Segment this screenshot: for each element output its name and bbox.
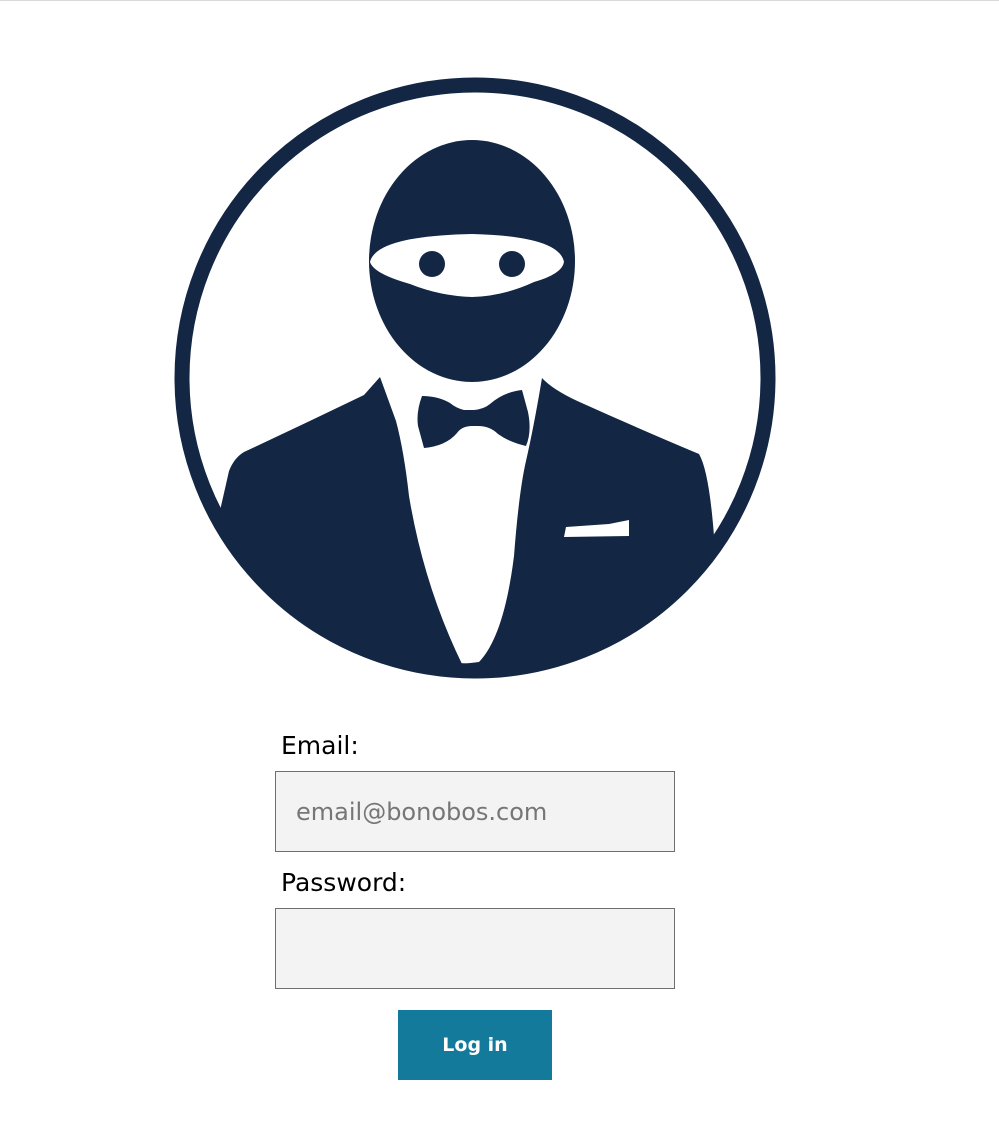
email-input[interactable] xyxy=(275,771,675,852)
login-button[interactable]: Log in xyxy=(398,1010,552,1080)
ninja-logo-icon xyxy=(174,76,776,680)
password-input[interactable] xyxy=(275,908,675,989)
top-divider xyxy=(0,0,999,1)
password-label: Password: xyxy=(281,868,407,897)
email-label: Email: xyxy=(281,731,359,760)
